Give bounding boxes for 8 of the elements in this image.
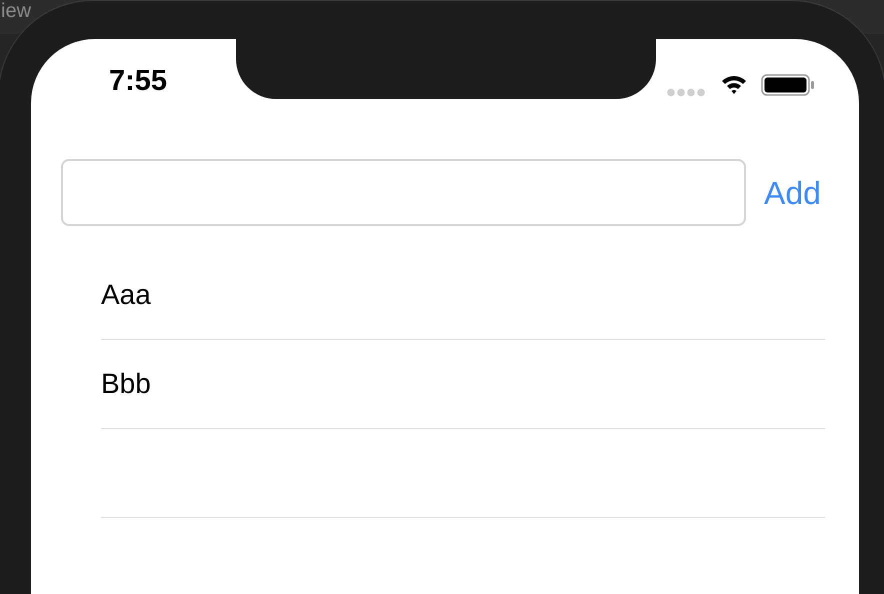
battery-icon xyxy=(761,74,815,96)
background-text: iew xyxy=(1,1,32,21)
list-item[interactable]: Aaa xyxy=(101,274,151,316)
signal-icon xyxy=(667,88,705,97)
list-item[interactable]: Bbb xyxy=(101,363,151,405)
text-input-field[interactable] xyxy=(61,159,746,226)
status-time: 7:55 xyxy=(109,67,168,96)
wifi-icon xyxy=(721,73,747,95)
